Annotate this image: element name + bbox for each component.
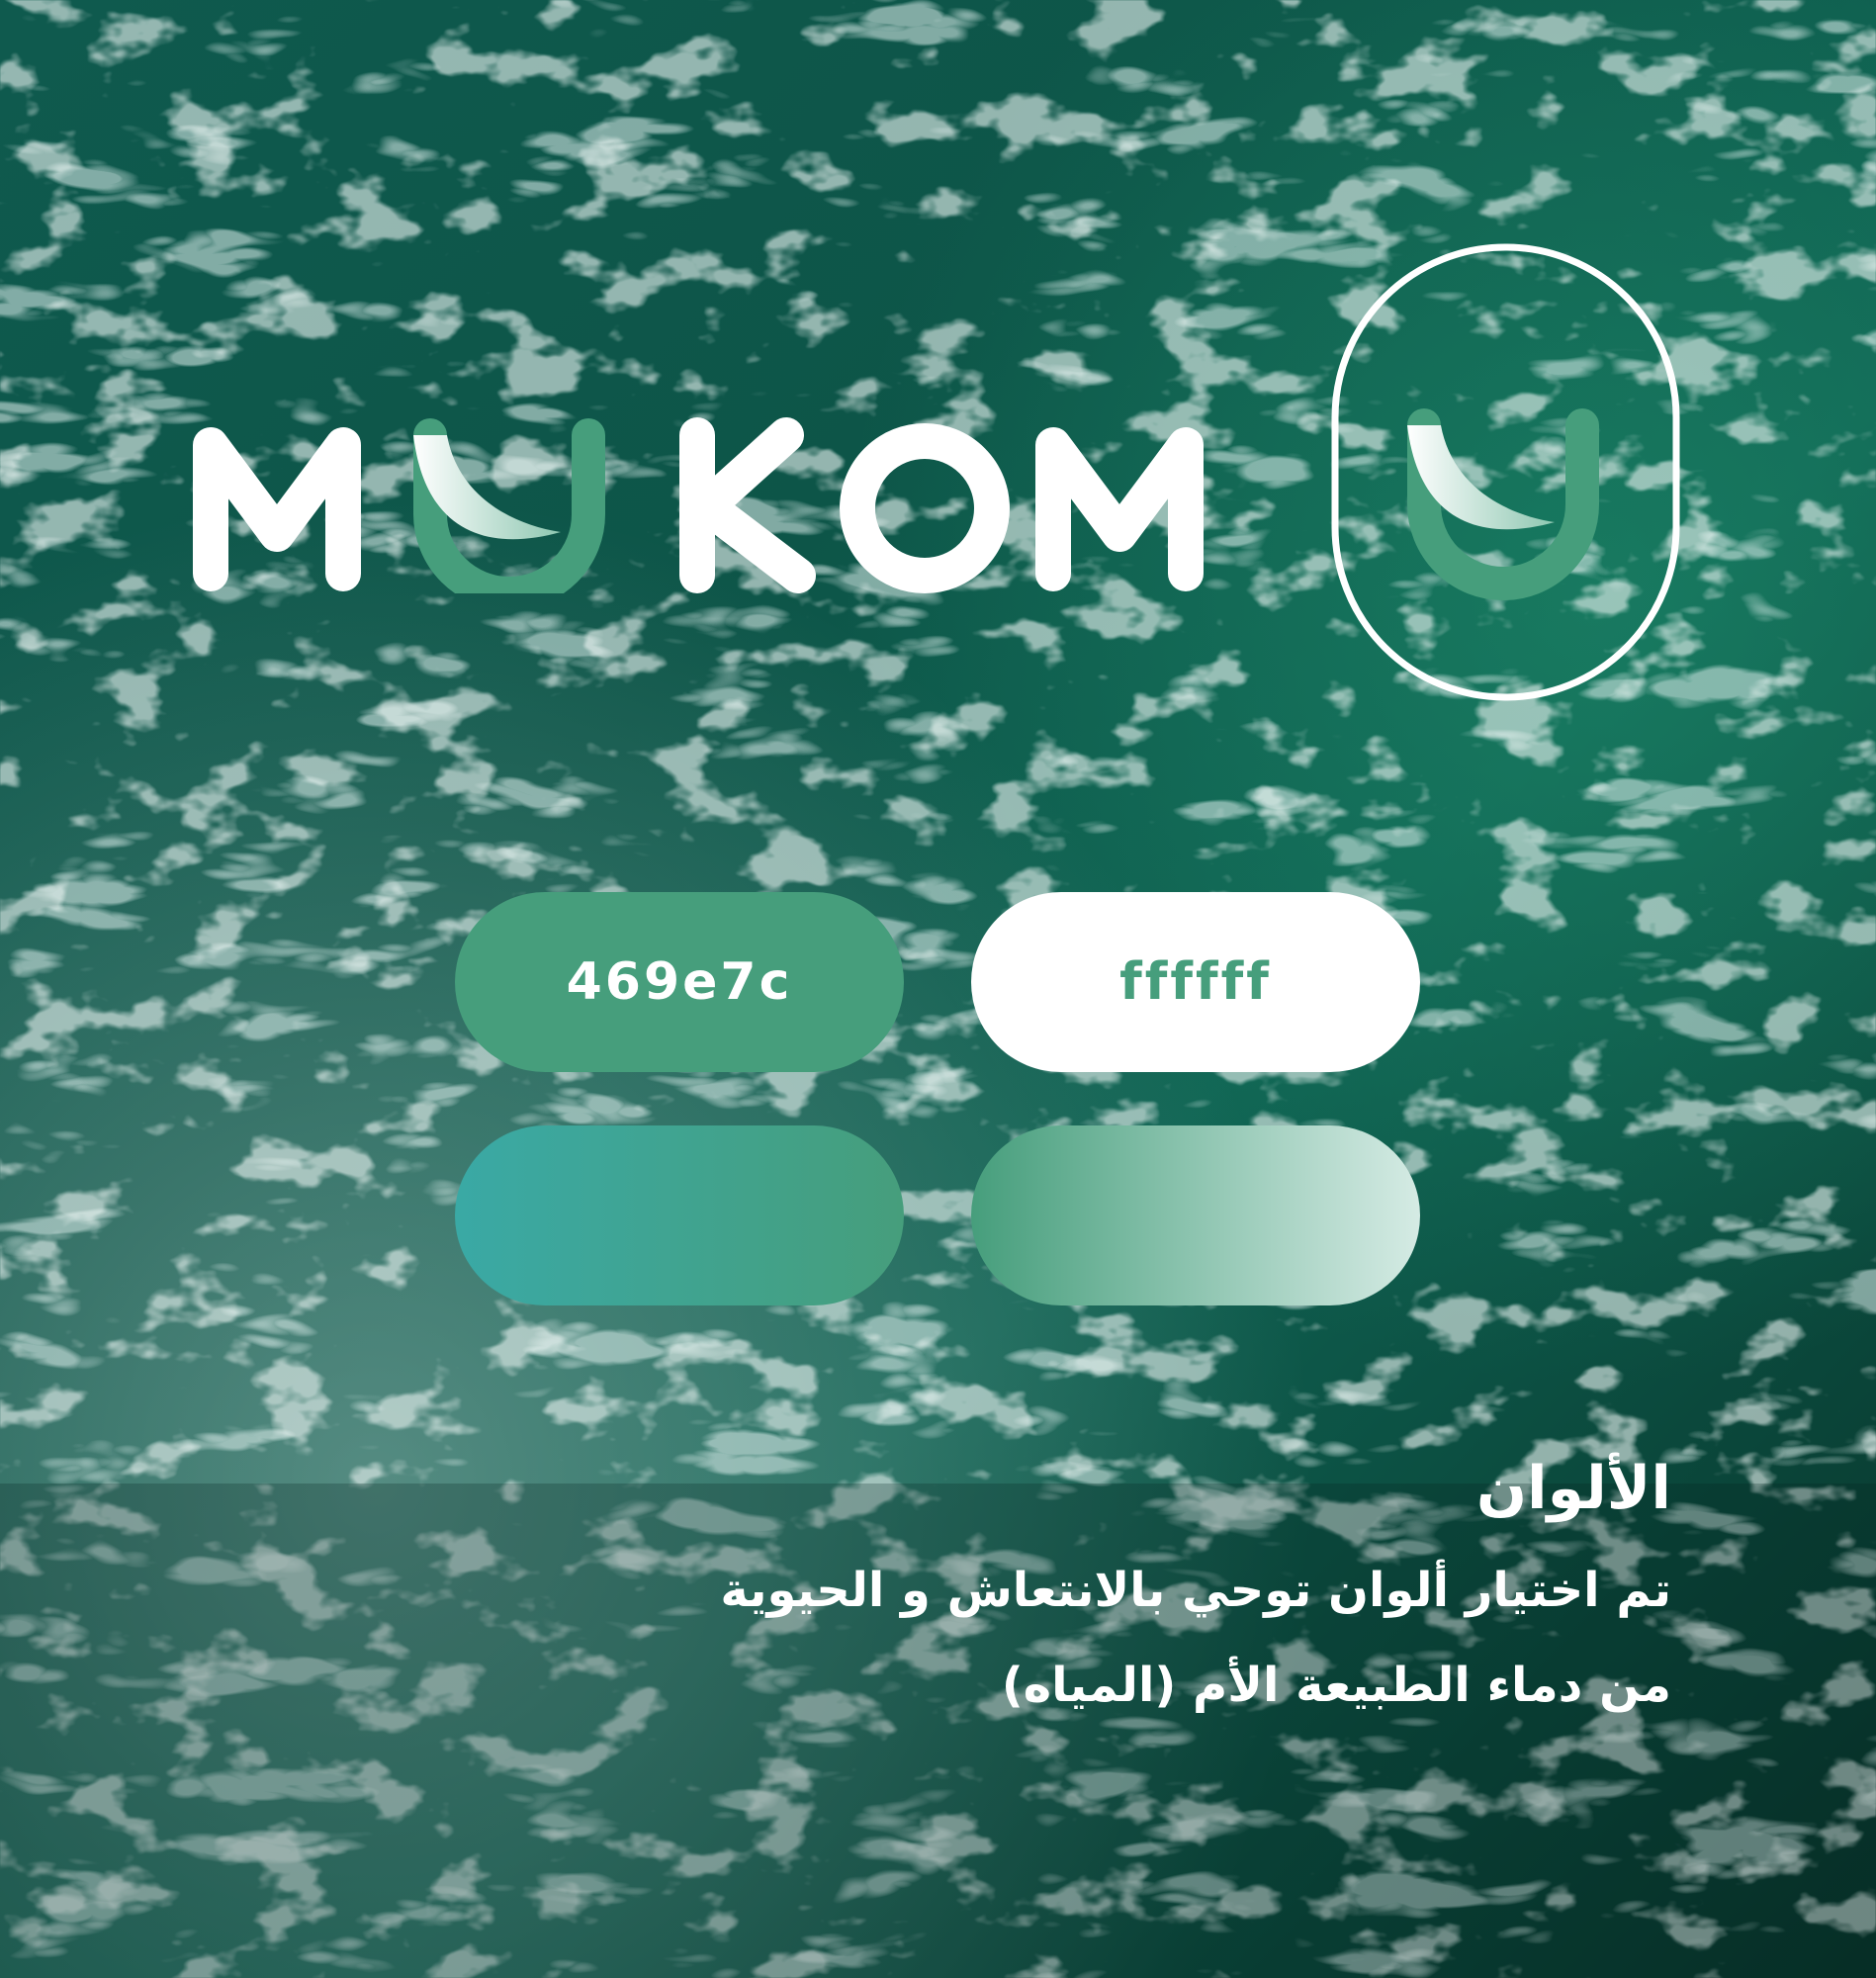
description-line-2: من دماء الطبيعة الأم (المياه) <box>1001 1658 1671 1713</box>
swatch-gradient-teal-green <box>455 1125 904 1305</box>
section-title: الألوان <box>1475 1454 1671 1523</box>
swatch-gradient-green-light <box>971 1125 1420 1305</box>
swatch-white: ffffff <box>971 892 1420 1072</box>
brand-colors-slide: 469e7c ffffff الألوان تم اختيار ألوان تو… <box>0 0 1876 1978</box>
swatch-hex-label: ffffff <box>1119 952 1272 1012</box>
swatch-hex-label: 469e7c <box>566 952 793 1012</box>
wave-u-emblem-icon <box>1331 243 1680 701</box>
colors-description: الألوان تم اختيار ألوان توحي بالانتعاش و… <box>554 1444 1671 1733</box>
swatch-primary-green: 469e7c <box>455 892 904 1072</box>
description-line-1: تم اختيار ألوان توحي بالانتعاش و الحيوية <box>720 1563 1671 1618</box>
u-wave-glyph <box>413 418 605 593</box>
mukom-wordmark-logo <box>193 417 1204 593</box>
